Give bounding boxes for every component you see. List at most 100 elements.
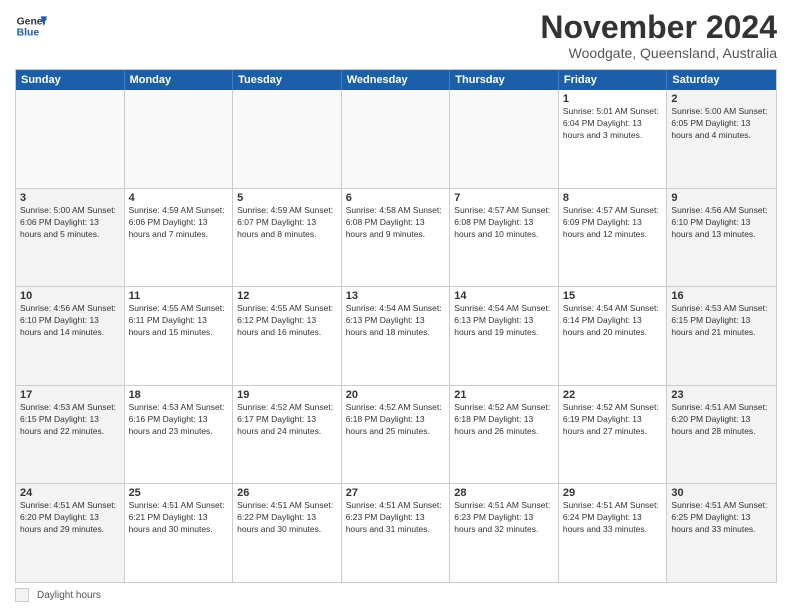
calendar-cell: [16, 90, 125, 188]
weekday-header-saturday: Saturday: [667, 70, 776, 90]
weekday-header-monday: Monday: [125, 70, 234, 90]
day-number: 2: [671, 93, 772, 105]
day-info: Sunrise: 4:55 AM Sunset: 6:12 PM Dayligh…: [237, 303, 337, 339]
calendar-row-1: 3Sunrise: 5:00 AM Sunset: 6:06 PM Daylig…: [16, 188, 776, 287]
calendar-cell: 30Sunrise: 4:51 AM Sunset: 6:25 PM Dayli…: [667, 484, 776, 582]
calendar-cell: 11Sunrise: 4:55 AM Sunset: 6:11 PM Dayli…: [125, 287, 234, 385]
day-number: 10: [20, 290, 120, 302]
title-block: November 2024 Woodgate, Queensland, Aust…: [540, 10, 777, 61]
svg-text:Blue: Blue: [17, 28, 40, 39]
day-number: 8: [563, 192, 663, 204]
day-number: 27: [346, 487, 446, 499]
day-number: 14: [454, 290, 554, 302]
calendar-cell: 14Sunrise: 4:54 AM Sunset: 6:13 PM Dayli…: [450, 287, 559, 385]
calendar-cell: 12Sunrise: 4:55 AM Sunset: 6:12 PM Dayli…: [233, 287, 342, 385]
day-number: 13: [346, 290, 446, 302]
day-number: 19: [237, 389, 337, 401]
calendar-cell: 13Sunrise: 4:54 AM Sunset: 6:13 PM Dayli…: [342, 287, 451, 385]
day-number: 1: [563, 93, 663, 105]
day-number: 4: [129, 192, 229, 204]
day-info: Sunrise: 5:01 AM Sunset: 6:04 PM Dayligh…: [563, 106, 663, 142]
calendar-row-4: 24Sunrise: 4:51 AM Sunset: 6:20 PM Dayli…: [16, 483, 776, 582]
calendar-cell: 5Sunrise: 4:59 AM Sunset: 6:07 PM Daylig…: [233, 189, 342, 287]
calendar-cell: [450, 90, 559, 188]
weekday-header-thursday: Thursday: [450, 70, 559, 90]
day-info: Sunrise: 4:55 AM Sunset: 6:11 PM Dayligh…: [129, 303, 229, 339]
day-info: Sunrise: 4:51 AM Sunset: 6:20 PM Dayligh…: [20, 500, 120, 536]
calendar: SundayMondayTuesdayWednesdayThursdayFrid…: [15, 69, 777, 583]
day-info: Sunrise: 4:53 AM Sunset: 6:16 PM Dayligh…: [129, 402, 229, 438]
day-info: Sunrise: 4:59 AM Sunset: 6:06 PM Dayligh…: [129, 205, 229, 241]
calendar-cell: 9Sunrise: 4:56 AM Sunset: 6:10 PM Daylig…: [667, 189, 776, 287]
day-number: 16: [671, 290, 772, 302]
calendar-cell: 16Sunrise: 4:53 AM Sunset: 6:15 PM Dayli…: [667, 287, 776, 385]
legend-box: [15, 588, 29, 602]
day-info: Sunrise: 4:59 AM Sunset: 6:07 PM Dayligh…: [237, 205, 337, 241]
day-info: Sunrise: 4:53 AM Sunset: 6:15 PM Dayligh…: [671, 303, 772, 339]
day-info: Sunrise: 4:51 AM Sunset: 6:20 PM Dayligh…: [671, 402, 772, 438]
day-number: 17: [20, 389, 120, 401]
day-info: Sunrise: 4:54 AM Sunset: 6:14 PM Dayligh…: [563, 303, 663, 339]
calendar-cell: [342, 90, 451, 188]
calendar-page: General Blue November 2024 Woodgate, Que…: [0, 0, 792, 612]
calendar-cell: 2Sunrise: 5:00 AM Sunset: 6:05 PM Daylig…: [667, 90, 776, 188]
calendar-cell: 7Sunrise: 4:57 AM Sunset: 6:08 PM Daylig…: [450, 189, 559, 287]
calendar-cell: 24Sunrise: 4:51 AM Sunset: 6:20 PM Dayli…: [16, 484, 125, 582]
day-number: 7: [454, 192, 554, 204]
day-number: 25: [129, 487, 229, 499]
calendar-cell: 6Sunrise: 4:58 AM Sunset: 6:08 PM Daylig…: [342, 189, 451, 287]
day-info: Sunrise: 4:51 AM Sunset: 6:24 PM Dayligh…: [563, 500, 663, 536]
calendar-cell: 17Sunrise: 4:53 AM Sunset: 6:15 PM Dayli…: [16, 386, 125, 484]
day-number: 22: [563, 389, 663, 401]
day-number: 3: [20, 192, 120, 204]
day-number: 15: [563, 290, 663, 302]
calendar-cell: 19Sunrise: 4:52 AM Sunset: 6:17 PM Dayli…: [233, 386, 342, 484]
day-number: 24: [20, 487, 120, 499]
day-number: 6: [346, 192, 446, 204]
day-number: 12: [237, 290, 337, 302]
calendar-cell: 4Sunrise: 4:59 AM Sunset: 6:06 PM Daylig…: [125, 189, 234, 287]
calendar-cell: 18Sunrise: 4:53 AM Sunset: 6:16 PM Dayli…: [125, 386, 234, 484]
day-info: Sunrise: 4:52 AM Sunset: 6:18 PM Dayligh…: [454, 402, 554, 438]
calendar-body: 1Sunrise: 5:01 AM Sunset: 6:04 PM Daylig…: [16, 90, 776, 582]
day-number: 23: [671, 389, 772, 401]
day-info: Sunrise: 5:00 AM Sunset: 6:06 PM Dayligh…: [20, 205, 120, 241]
day-number: 29: [563, 487, 663, 499]
weekday-header-sunday: Sunday: [16, 70, 125, 90]
day-number: 26: [237, 487, 337, 499]
calendar-row-3: 17Sunrise: 4:53 AM Sunset: 6:15 PM Dayli…: [16, 385, 776, 484]
day-info: Sunrise: 4:52 AM Sunset: 6:17 PM Dayligh…: [237, 402, 337, 438]
day-number: 5: [237, 192, 337, 204]
legend: Daylight hours: [15, 588, 777, 602]
calendar-cell: 29Sunrise: 4:51 AM Sunset: 6:24 PM Dayli…: [559, 484, 668, 582]
day-info: Sunrise: 4:51 AM Sunset: 6:21 PM Dayligh…: [129, 500, 229, 536]
calendar-cell: 3Sunrise: 5:00 AM Sunset: 6:06 PM Daylig…: [16, 189, 125, 287]
day-info: Sunrise: 4:54 AM Sunset: 6:13 PM Dayligh…: [346, 303, 446, 339]
weekday-header-friday: Friday: [559, 70, 668, 90]
calendar-cell: 20Sunrise: 4:52 AM Sunset: 6:18 PM Dayli…: [342, 386, 451, 484]
calendar-cell: 22Sunrise: 4:52 AM Sunset: 6:19 PM Dayli…: [559, 386, 668, 484]
logo-icon: General Blue: [15, 10, 47, 42]
day-info: Sunrise: 4:57 AM Sunset: 6:08 PM Dayligh…: [454, 205, 554, 241]
location: Woodgate, Queensland, Australia: [540, 45, 777, 61]
calendar-cell: 15Sunrise: 4:54 AM Sunset: 6:14 PM Dayli…: [559, 287, 668, 385]
day-number: 11: [129, 290, 229, 302]
day-info: Sunrise: 4:53 AM Sunset: 6:15 PM Dayligh…: [20, 402, 120, 438]
calendar-cell: 28Sunrise: 4:51 AM Sunset: 6:23 PM Dayli…: [450, 484, 559, 582]
calendar-cell: 25Sunrise: 4:51 AM Sunset: 6:21 PM Dayli…: [125, 484, 234, 582]
day-number: 18: [129, 389, 229, 401]
calendar-row-2: 10Sunrise: 4:56 AM Sunset: 6:10 PM Dayli…: [16, 286, 776, 385]
day-info: Sunrise: 4:52 AM Sunset: 6:19 PM Dayligh…: [563, 402, 663, 438]
day-info: Sunrise: 4:51 AM Sunset: 6:23 PM Dayligh…: [454, 500, 554, 536]
logo: General Blue: [15, 10, 47, 42]
day-number: 20: [346, 389, 446, 401]
calendar-cell: 26Sunrise: 4:51 AM Sunset: 6:22 PM Dayli…: [233, 484, 342, 582]
calendar-cell: [233, 90, 342, 188]
day-info: Sunrise: 4:57 AM Sunset: 6:09 PM Dayligh…: [563, 205, 663, 241]
calendar-cell: 21Sunrise: 4:52 AM Sunset: 6:18 PM Dayli…: [450, 386, 559, 484]
calendar-row-0: 1Sunrise: 5:01 AM Sunset: 6:04 PM Daylig…: [16, 90, 776, 188]
day-info: Sunrise: 5:00 AM Sunset: 6:05 PM Dayligh…: [671, 106, 772, 142]
day-info: Sunrise: 4:51 AM Sunset: 6:22 PM Dayligh…: [237, 500, 337, 536]
calendar-cell: 10Sunrise: 4:56 AM Sunset: 6:10 PM Dayli…: [16, 287, 125, 385]
calendar-cell: 27Sunrise: 4:51 AM Sunset: 6:23 PM Dayli…: [342, 484, 451, 582]
